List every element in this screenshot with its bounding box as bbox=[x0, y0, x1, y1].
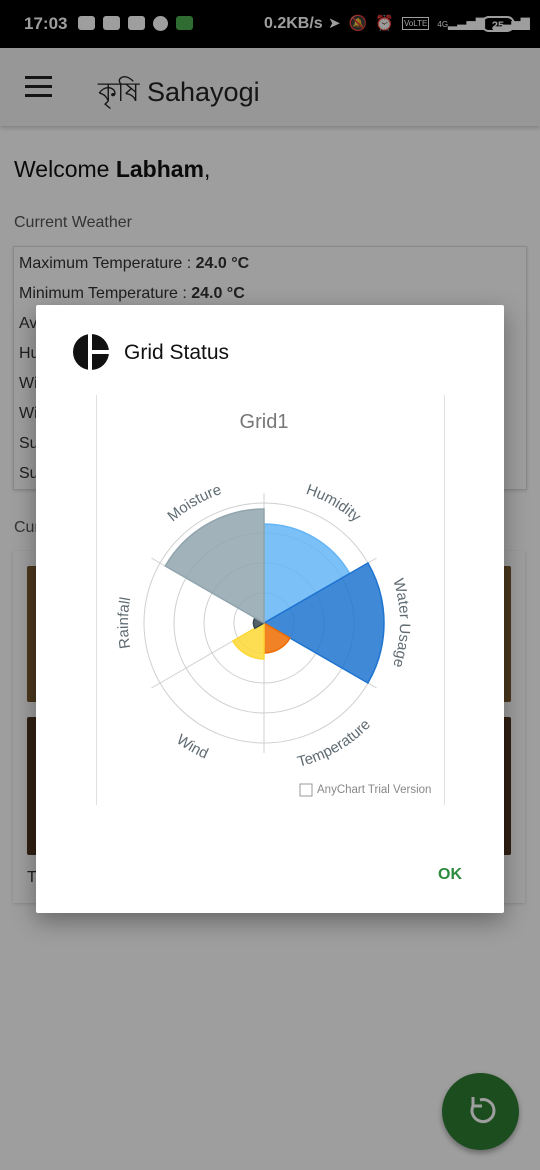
grid-chart-icon bbox=[73, 333, 110, 371]
chart-title: Grid1 bbox=[240, 411, 289, 433]
category-label: Rainfall bbox=[115, 596, 134, 650]
slice-moisture[interactable] bbox=[164, 508, 265, 625]
polar-chart: Humidity Water Usage Temperature Wind Rainfa… bbox=[115, 411, 431, 797]
chart-container: Humidity Water Usage Temperature Wind Rainfa… bbox=[96, 395, 445, 805]
watermark-icon bbox=[299, 783, 313, 797]
slice-wind[interactable] bbox=[231, 621, 265, 660]
ok-button[interactable]: OK bbox=[420, 857, 480, 893]
category-label: Moisture bbox=[164, 481, 223, 525]
category-label: Water Usage bbox=[389, 577, 413, 670]
grid-status-dialog: Grid Status Humidity Water Usage Temperatu… bbox=[36, 305, 504, 913]
dialog-title: Grid Status bbox=[124, 341, 230, 364]
chart-watermark: AnyChart Trial Version bbox=[317, 784, 431, 796]
category-label: Temperature bbox=[296, 716, 374, 771]
category-label: Wind bbox=[173, 731, 210, 762]
category-label: Humidity bbox=[304, 481, 364, 526]
